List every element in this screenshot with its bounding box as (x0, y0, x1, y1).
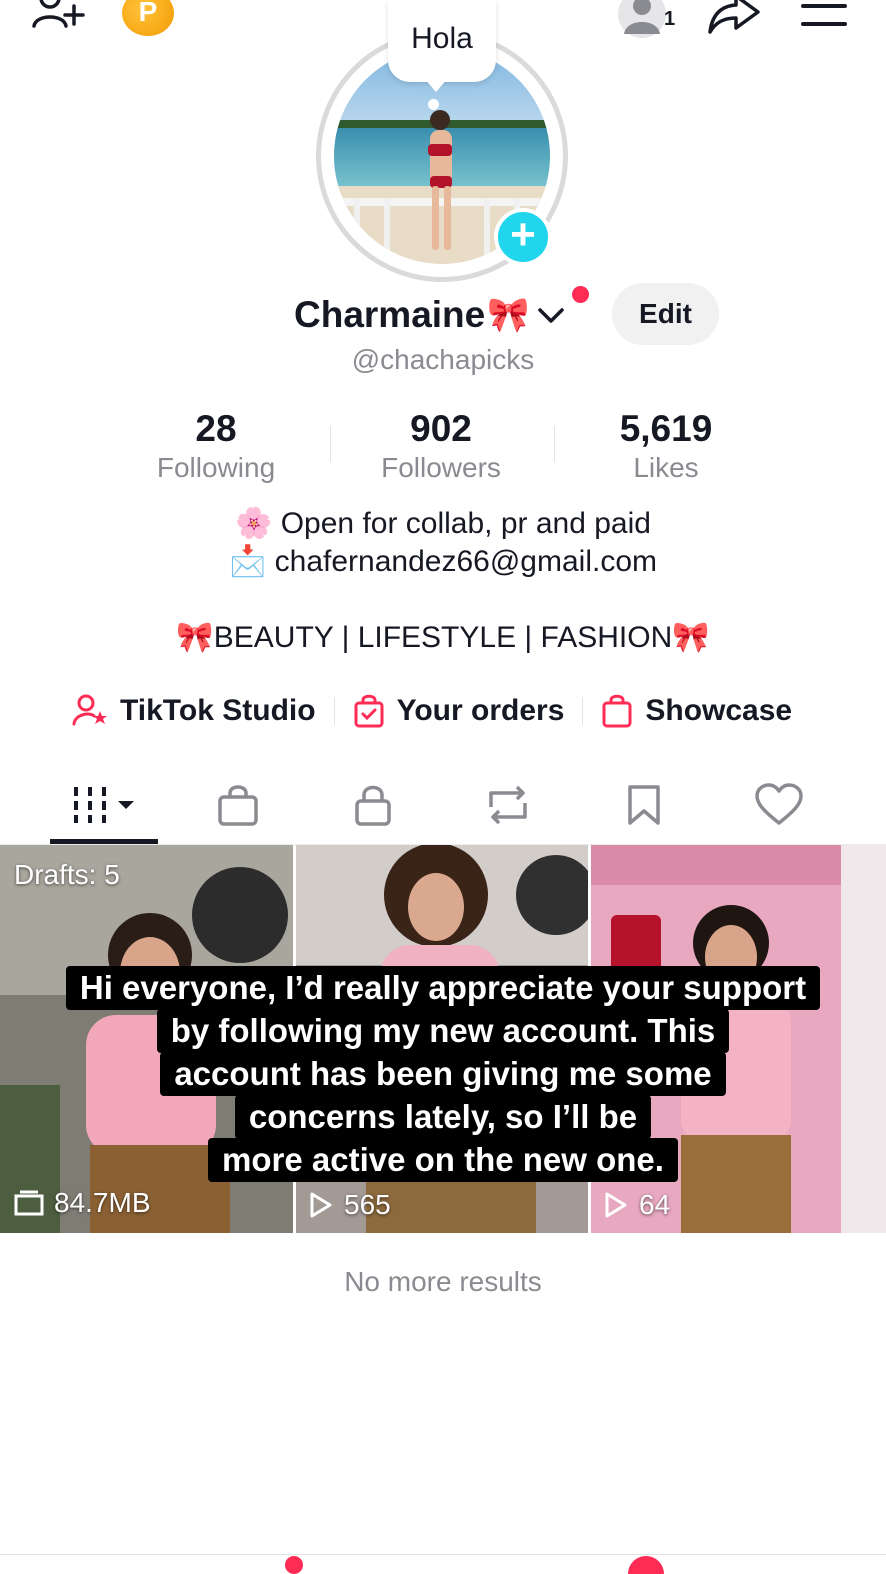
home-notification-dot (285, 1556, 303, 1574)
stat-likes-value: 5,619 (619, 408, 713, 449)
videos-grid-icon (74, 787, 134, 823)
add-friend-icon[interactable] (30, 0, 86, 38)
name-row[interactable]: Charmaine 🎀 (294, 290, 566, 340)
caption-line: account has been giving me some (160, 1052, 726, 1096)
video-views-row: 565 (308, 1189, 391, 1221)
inbox-notification-badge (628, 1556, 664, 1574)
shop-bag-icon (218, 785, 258, 826)
greeting-bubble-dot (428, 99, 439, 110)
your-orders-label: Your orders (396, 694, 565, 727)
bottom-nav-divider (0, 1554, 886, 1555)
stat-following-value: 28 (195, 408, 237, 449)
stat-followers-label: Followers (381, 452, 501, 483)
showcase-bag-icon (602, 694, 632, 728)
caption-line: by following my new account. This (156, 1009, 730, 1053)
link-divider (582, 697, 584, 725)
drafts-icon (14, 1190, 44, 1216)
caption-overlay: Hi everyone, I’d really appreciate your … (0, 966, 886, 1182)
stat-followers[interactable]: 902 Followers (341, 408, 541, 484)
coin-icon[interactable]: P (122, 0, 174, 36)
tab-reposts[interactable] (448, 770, 568, 840)
account-count: 1 (664, 8, 676, 30)
repost-icon (489, 785, 527, 825)
drafts-size: 84.7MB (54, 1187, 151, 1218)
showcase-link[interactable]: Showcase (601, 694, 792, 728)
tab-videos[interactable] (44, 770, 164, 840)
greeting-bubble[interactable]: Hola (388, 0, 496, 82)
tab-shop[interactable] (178, 770, 298, 840)
video-views: 565 (344, 1189, 391, 1220)
tiktok-studio-label: TikTok Studio (120, 694, 316, 727)
stat-divider (554, 426, 555, 462)
heart-icon (755, 783, 803, 825)
stat-likes[interactable]: 5,619 Likes (566, 408, 766, 484)
add-story-button[interactable]: + (494, 208, 552, 266)
profile-links: TikTok Studio Your orders Showcase (72, 686, 792, 736)
video-views-row: 64 (603, 1189, 670, 1221)
play-icon (310, 1192, 332, 1218)
tiktok-studio-link[interactable]: TikTok Studio (72, 694, 316, 728)
tab-saved[interactable] (584, 770, 704, 840)
bio-line-3: 🎀BEAUTY | LIFESTYLE | FASHION🎀 (176, 621, 710, 654)
content-tabs (0, 770, 886, 846)
your-orders-link[interactable]: Your orders (353, 694, 565, 728)
lock-icon (355, 785, 391, 826)
stat-followers-value: 902 (410, 408, 472, 449)
tab-liked[interactable] (719, 770, 839, 840)
orders-bag-icon (354, 694, 384, 728)
bookmark-icon (628, 785, 660, 825)
stat-following[interactable]: 28 Following (116, 408, 316, 484)
display-name: Charmaine (294, 294, 486, 335)
caption-line: Hi everyone, I’d really appreciate your … (65, 966, 821, 1010)
play-icon (605, 1192, 627, 1218)
bio-line-2: 📩 chafernandez66@gmail.com (228, 545, 657, 578)
coin-letter: P (138, 0, 158, 27)
greeting-bubble-tail (424, 78, 448, 92)
menu-icon[interactable] (800, 2, 848, 32)
chevron-down-icon[interactable] (536, 304, 566, 326)
video-views: 64 (639, 1189, 671, 1220)
studio-icon (72, 694, 107, 726)
bio-line-1: 🌸 Open for collab, pr and paid (235, 507, 651, 540)
showcase-label: Showcase (645, 694, 793, 727)
caption-line: concerns lately, so I’ll be (234, 1095, 652, 1139)
stat-likes-label: Likes (633, 452, 699, 483)
drafts-size-row: 84.7MB (14, 1187, 151, 1219)
edit-profile-button[interactable]: Edit (612, 283, 719, 345)
notification-dot (572, 286, 589, 303)
share-icon[interactable] (706, 0, 762, 38)
drafts-count: Drafts: 5 (14, 859, 120, 890)
link-divider (333, 697, 335, 725)
no-more-results: No more results (344, 1266, 542, 1297)
tab-private[interactable] (313, 770, 433, 840)
name-emoji: 🎀 (487, 296, 530, 334)
caption-line: more active on the new one. (208, 1138, 678, 1182)
username: @chachapicks (351, 344, 535, 375)
stat-divider (330, 426, 331, 462)
stat-following-label: Following (156, 452, 276, 483)
